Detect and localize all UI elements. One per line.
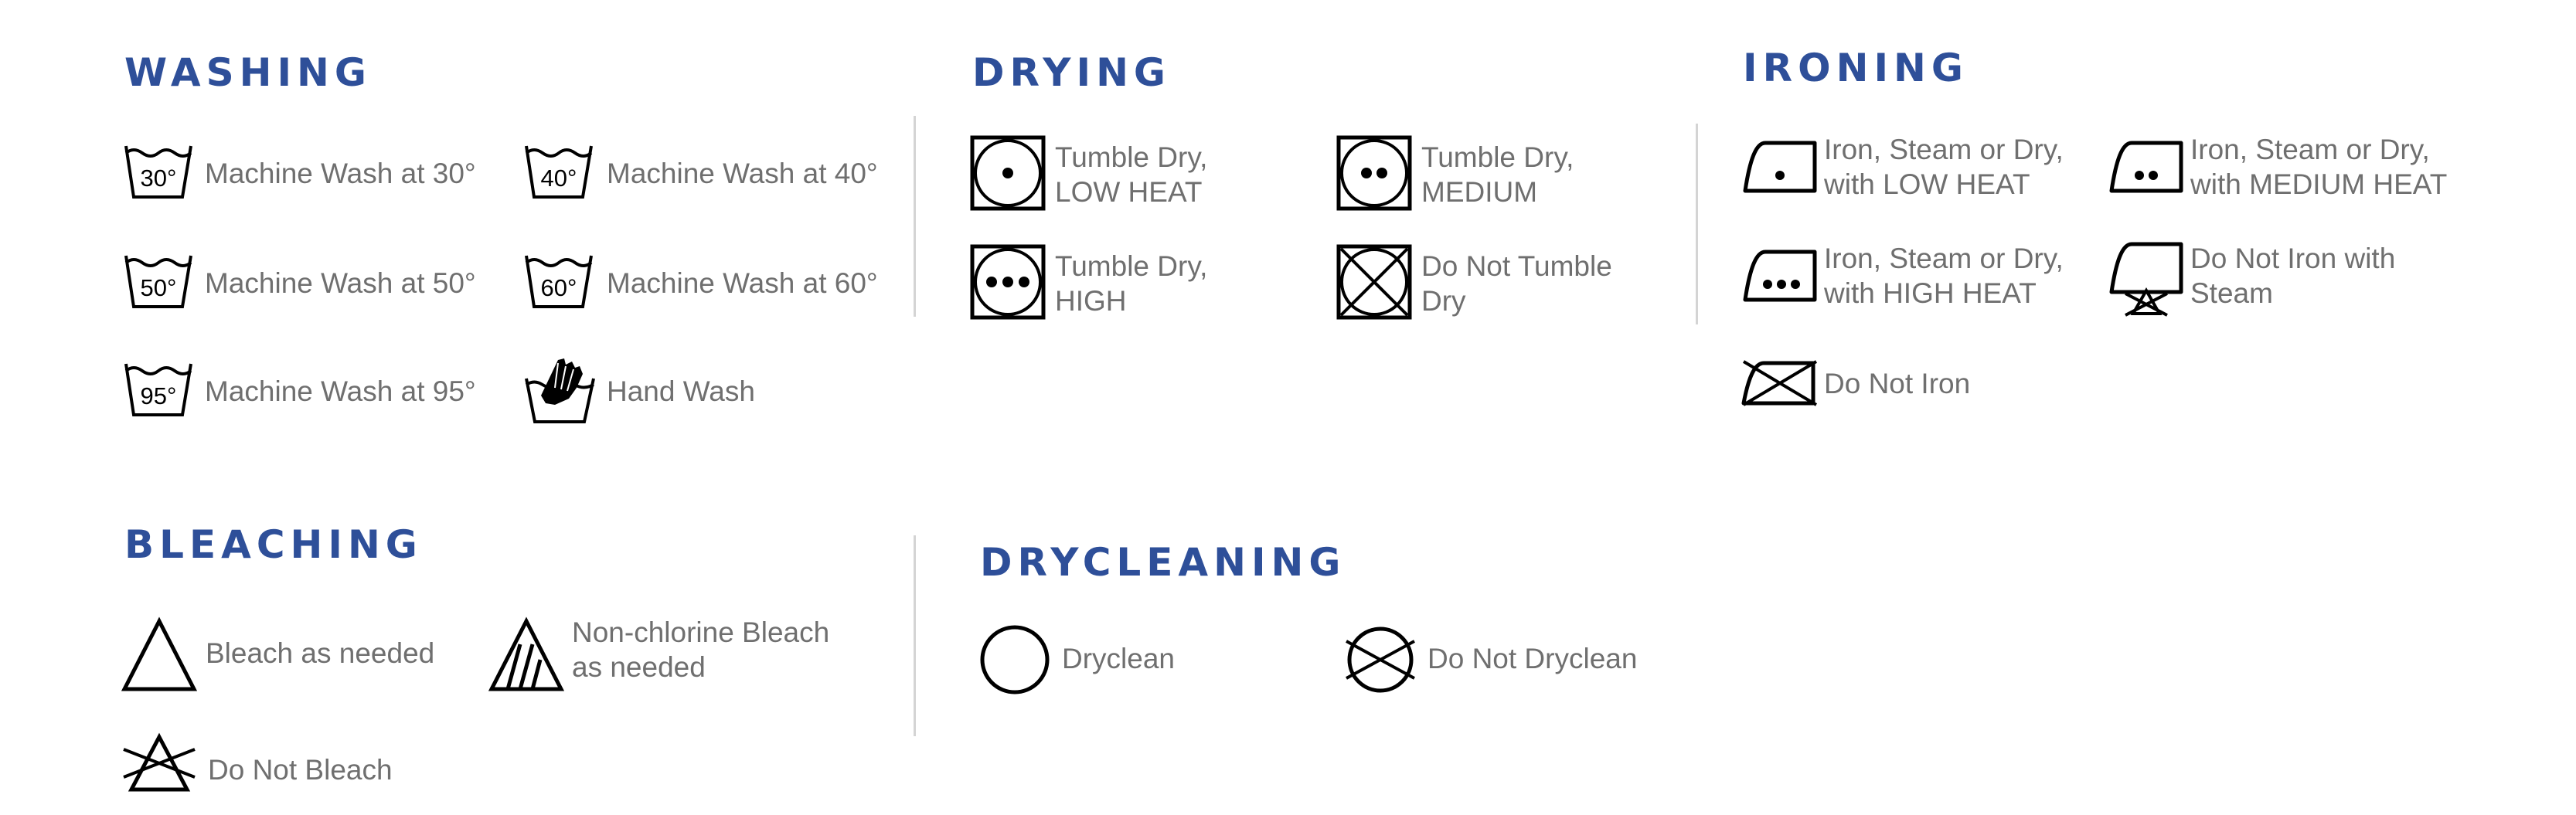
dryclean-label: Dryclean bbox=[1062, 643, 1175, 674]
divider-bleaching-drycleaning bbox=[914, 535, 916, 736]
do-not-bleach-icon bbox=[123, 732, 196, 792]
tumble-dry-medium-icon bbox=[1336, 135, 1412, 211]
ironing-heading: IRONING bbox=[1743, 46, 1969, 90]
drycleaning-heading: DRYCLEANING bbox=[980, 540, 1346, 585]
wash-tub-icon: 95° bbox=[124, 363, 192, 416]
bleaching-heading: BLEACHING bbox=[124, 522, 423, 567]
non-chlorine-bleach-icon bbox=[488, 616, 565, 691]
do-not-tumble-dry-label-2: Dry bbox=[1421, 285, 1466, 317]
tumble-dry-medium-label-2: MEDIUM bbox=[1421, 176, 1538, 208]
wash-40-label: Machine Wash at 40° bbox=[607, 158, 878, 189]
iron-high-heat-icon bbox=[1743, 250, 1817, 302]
svg-text:60°: 60° bbox=[541, 274, 577, 301]
wash-30-label: Machine Wash at 30° bbox=[205, 158, 476, 189]
do-not-iron-steam-icon bbox=[2109, 242, 2183, 317]
hand-wash-label: Hand Wash bbox=[607, 375, 755, 407]
tumble-dry-high-label-2: HIGH bbox=[1055, 285, 1127, 317]
wash-50-label: Machine Wash at 50° bbox=[205, 267, 476, 299]
do-not-bleach-label: Do Not Bleach bbox=[208, 754, 393, 786]
wash-60-label: Machine Wash at 60° bbox=[607, 267, 878, 299]
tumble-dry-medium-label-1: Tumble Dry, bbox=[1421, 141, 1574, 173]
non-chlorine-bleach-label-2: as needed bbox=[572, 651, 706, 683]
hand-wash-icon bbox=[525, 358, 595, 423]
wash-tub-icon: 30° bbox=[124, 145, 192, 199]
washing-heading: WASHING bbox=[124, 50, 372, 95]
iron-low-heat-label-2: with LOW HEAT bbox=[1824, 168, 2030, 200]
wash-tub-icon: 50° bbox=[124, 255, 192, 308]
iron-medium-heat-label-2: with MEDIUM HEAT bbox=[2190, 168, 2448, 200]
drying-heading: DRYING bbox=[972, 50, 1171, 95]
wash-tub-icon: 60° bbox=[525, 255, 593, 308]
do-not-tumble-dry-icon bbox=[1336, 244, 1412, 320]
dryclean-icon bbox=[980, 625, 1050, 694]
iron-high-heat-label-2: with HIGH HEAT bbox=[1824, 277, 2037, 309]
non-chlorine-bleach-label-1: Non-chlorine Bleach bbox=[572, 616, 830, 648]
tumble-dry-low-label-2: LOW HEAT bbox=[1055, 176, 1203, 208]
iron-low-heat-label-1: Iron, Steam or Dry, bbox=[1824, 134, 2064, 165]
bleach-icon bbox=[121, 616, 198, 691]
bleach-label: Bleach as needed bbox=[206, 637, 435, 669]
divider-washing-drying bbox=[914, 116, 916, 317]
do-not-iron-icon bbox=[1741, 360, 1818, 406]
svg-text:50°: 50° bbox=[141, 274, 177, 301]
iron-medium-heat-label-1: Iron, Steam or Dry, bbox=[2190, 134, 2430, 165]
iron-high-heat-label-1: Iron, Steam or Dry, bbox=[1824, 243, 2064, 274]
do-not-iron-steam-label-2: Steam bbox=[2190, 277, 2273, 309]
iron-low-heat-icon bbox=[1743, 141, 1817, 193]
tumble-dry-low-icon bbox=[970, 135, 1046, 211]
svg-text:95°: 95° bbox=[141, 382, 177, 409]
svg-text:40°: 40° bbox=[541, 165, 577, 192]
wash-95-label: Machine Wash at 95° bbox=[205, 375, 476, 407]
svg-text:30°: 30° bbox=[141, 165, 177, 192]
do-not-iron-label: Do Not Iron bbox=[1824, 368, 1971, 399]
do-not-iron-steam-label-1: Do Not Iron with bbox=[2190, 243, 2396, 274]
tumble-dry-low-label-1: Tumble Dry, bbox=[1055, 141, 1208, 173]
wash-tub-icon: 40° bbox=[525, 145, 593, 199]
divider-drying-ironing bbox=[1696, 124, 1698, 324]
do-not-dryclean-icon bbox=[1346, 627, 1415, 693]
tumble-dry-high-icon bbox=[970, 244, 1046, 320]
do-not-dryclean-label: Do Not Dryclean bbox=[1428, 643, 1638, 674]
iron-medium-heat-icon bbox=[2109, 141, 2183, 193]
do-not-tumble-dry-label-1: Do Not Tumble bbox=[1421, 250, 1612, 282]
tumble-dry-high-label-1: Tumble Dry, bbox=[1055, 250, 1208, 282]
